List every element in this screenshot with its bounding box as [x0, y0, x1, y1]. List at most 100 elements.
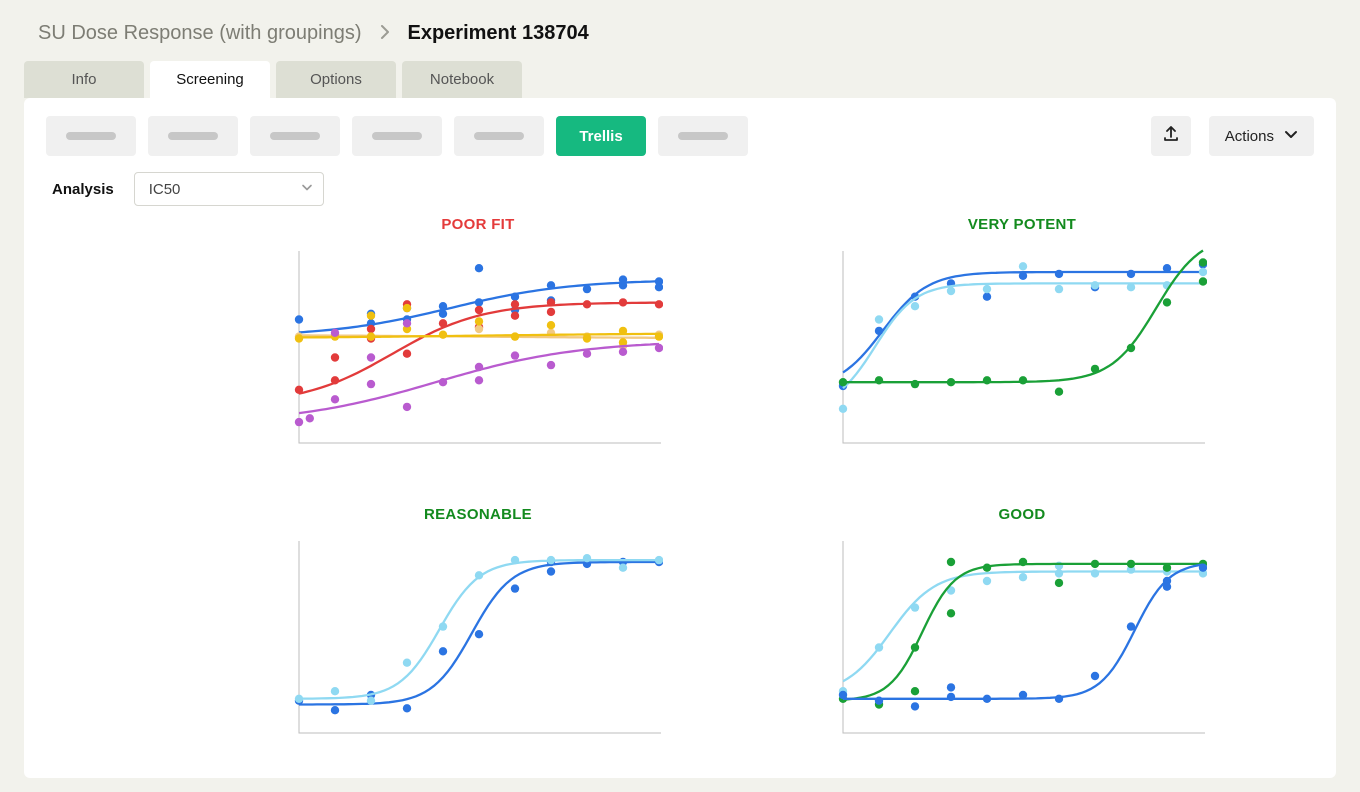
sub-tab-1[interactable]	[148, 116, 238, 156]
trellis-grid: POOR FITVERY POTENTREASONABLEGOOD	[46, 216, 1314, 756]
data-point	[439, 622, 447, 630]
data-point	[839, 405, 847, 413]
screening-panel: Trellis Actions Analysis IC50 POOR FITVE…	[24, 98, 1336, 778]
data-point	[1019, 262, 1027, 270]
data-point	[547, 298, 555, 306]
data-point	[1019, 376, 1027, 384]
data-point	[1127, 622, 1135, 630]
data-point	[295, 315, 303, 323]
data-point	[875, 315, 883, 323]
analysis-value: IC50	[149, 181, 181, 198]
breadcrumb-current: Experiment 138704	[408, 22, 589, 45]
data-point	[983, 564, 991, 572]
data-point	[511, 556, 519, 564]
data-point	[911, 380, 919, 388]
data-point	[475, 363, 483, 371]
analysis-select[interactable]: IC50	[134, 172, 324, 206]
panel-title: GOOD	[998, 506, 1045, 523]
data-point	[547, 361, 555, 369]
data-point	[911, 603, 919, 611]
sub-tab-6[interactable]	[658, 116, 748, 156]
data-point	[1055, 285, 1063, 293]
data-point	[439, 331, 447, 339]
sub-tab-trellis[interactable]: Trellis	[556, 116, 646, 156]
fit-curve	[843, 283, 1203, 388]
data-point	[367, 697, 375, 705]
sub-tab-2[interactable]	[250, 116, 340, 156]
data-point	[511, 351, 519, 359]
export-button[interactable]	[1151, 116, 1191, 156]
data-point	[911, 687, 919, 695]
data-point	[619, 298, 627, 306]
chart-reasonable	[293, 539, 663, 739]
analysis-label: Analysis	[52, 181, 114, 198]
data-point	[403, 350, 411, 358]
chevron-down-icon	[1284, 127, 1298, 145]
data-point	[547, 567, 555, 575]
data-point	[1055, 579, 1063, 587]
data-point	[875, 643, 883, 651]
data-point	[1199, 258, 1207, 266]
data-point	[947, 683, 955, 691]
data-point	[655, 344, 663, 352]
data-point	[911, 702, 919, 710]
data-point	[475, 264, 483, 272]
data-point	[1199, 277, 1207, 285]
data-point	[655, 283, 663, 291]
data-point	[439, 378, 447, 386]
chart-poor_fit	[293, 249, 663, 449]
data-point	[1091, 281, 1099, 289]
data-point	[367, 312, 375, 320]
panel-title: REASONABLE	[424, 506, 532, 523]
trellis-cell-reasonable: REASONABLE	[256, 506, 700, 756]
chevron-right-icon	[380, 23, 390, 44]
breadcrumb-parent[interactable]: SU Dose Response (with groupings)	[38, 22, 362, 45]
data-point	[1163, 264, 1171, 272]
data-point	[1163, 298, 1171, 306]
data-point	[619, 348, 627, 356]
chart-very_potent	[837, 249, 1207, 449]
data-point	[583, 300, 591, 308]
data-point	[911, 302, 919, 310]
data-point	[547, 308, 555, 316]
tab-options[interactable]: Options	[276, 61, 396, 98]
data-point	[1127, 270, 1135, 278]
data-point	[306, 414, 314, 422]
data-point	[583, 285, 591, 293]
tab-screening[interactable]: Screening	[150, 61, 270, 98]
trellis-cell-poor_fit: POOR FIT	[256, 216, 700, 466]
data-point	[331, 395, 339, 403]
data-point	[367, 332, 375, 340]
data-point	[439, 310, 447, 318]
data-point	[439, 302, 447, 310]
data-point	[367, 325, 375, 333]
data-point	[439, 647, 447, 655]
sub-tab-0[interactable]	[46, 116, 136, 156]
fit-curve	[843, 272, 1203, 373]
data-point	[983, 376, 991, 384]
data-point	[1019, 573, 1027, 581]
sub-tab-4[interactable]	[454, 116, 544, 156]
chevron-down-icon	[301, 181, 313, 198]
data-point	[839, 691, 847, 699]
data-point	[511, 293, 519, 301]
tab-notebook[interactable]: Notebook	[402, 61, 522, 98]
sub-tab-3[interactable]	[352, 116, 442, 156]
data-point	[983, 285, 991, 293]
actions-button[interactable]: Actions	[1209, 116, 1314, 156]
data-point	[1199, 268, 1207, 276]
chart-good	[837, 539, 1207, 739]
data-point	[619, 564, 627, 572]
data-point	[511, 584, 519, 592]
fit-curve	[843, 572, 1203, 682]
trellis-cell-good: GOOD	[800, 506, 1244, 756]
data-point	[331, 329, 339, 337]
data-point	[583, 554, 591, 562]
data-point	[403, 704, 411, 712]
data-point	[947, 287, 955, 295]
data-point	[475, 630, 483, 638]
data-point	[983, 577, 991, 585]
tab-info[interactable]: Info	[24, 61, 144, 98]
data-point	[1019, 558, 1027, 566]
data-point	[331, 353, 339, 361]
